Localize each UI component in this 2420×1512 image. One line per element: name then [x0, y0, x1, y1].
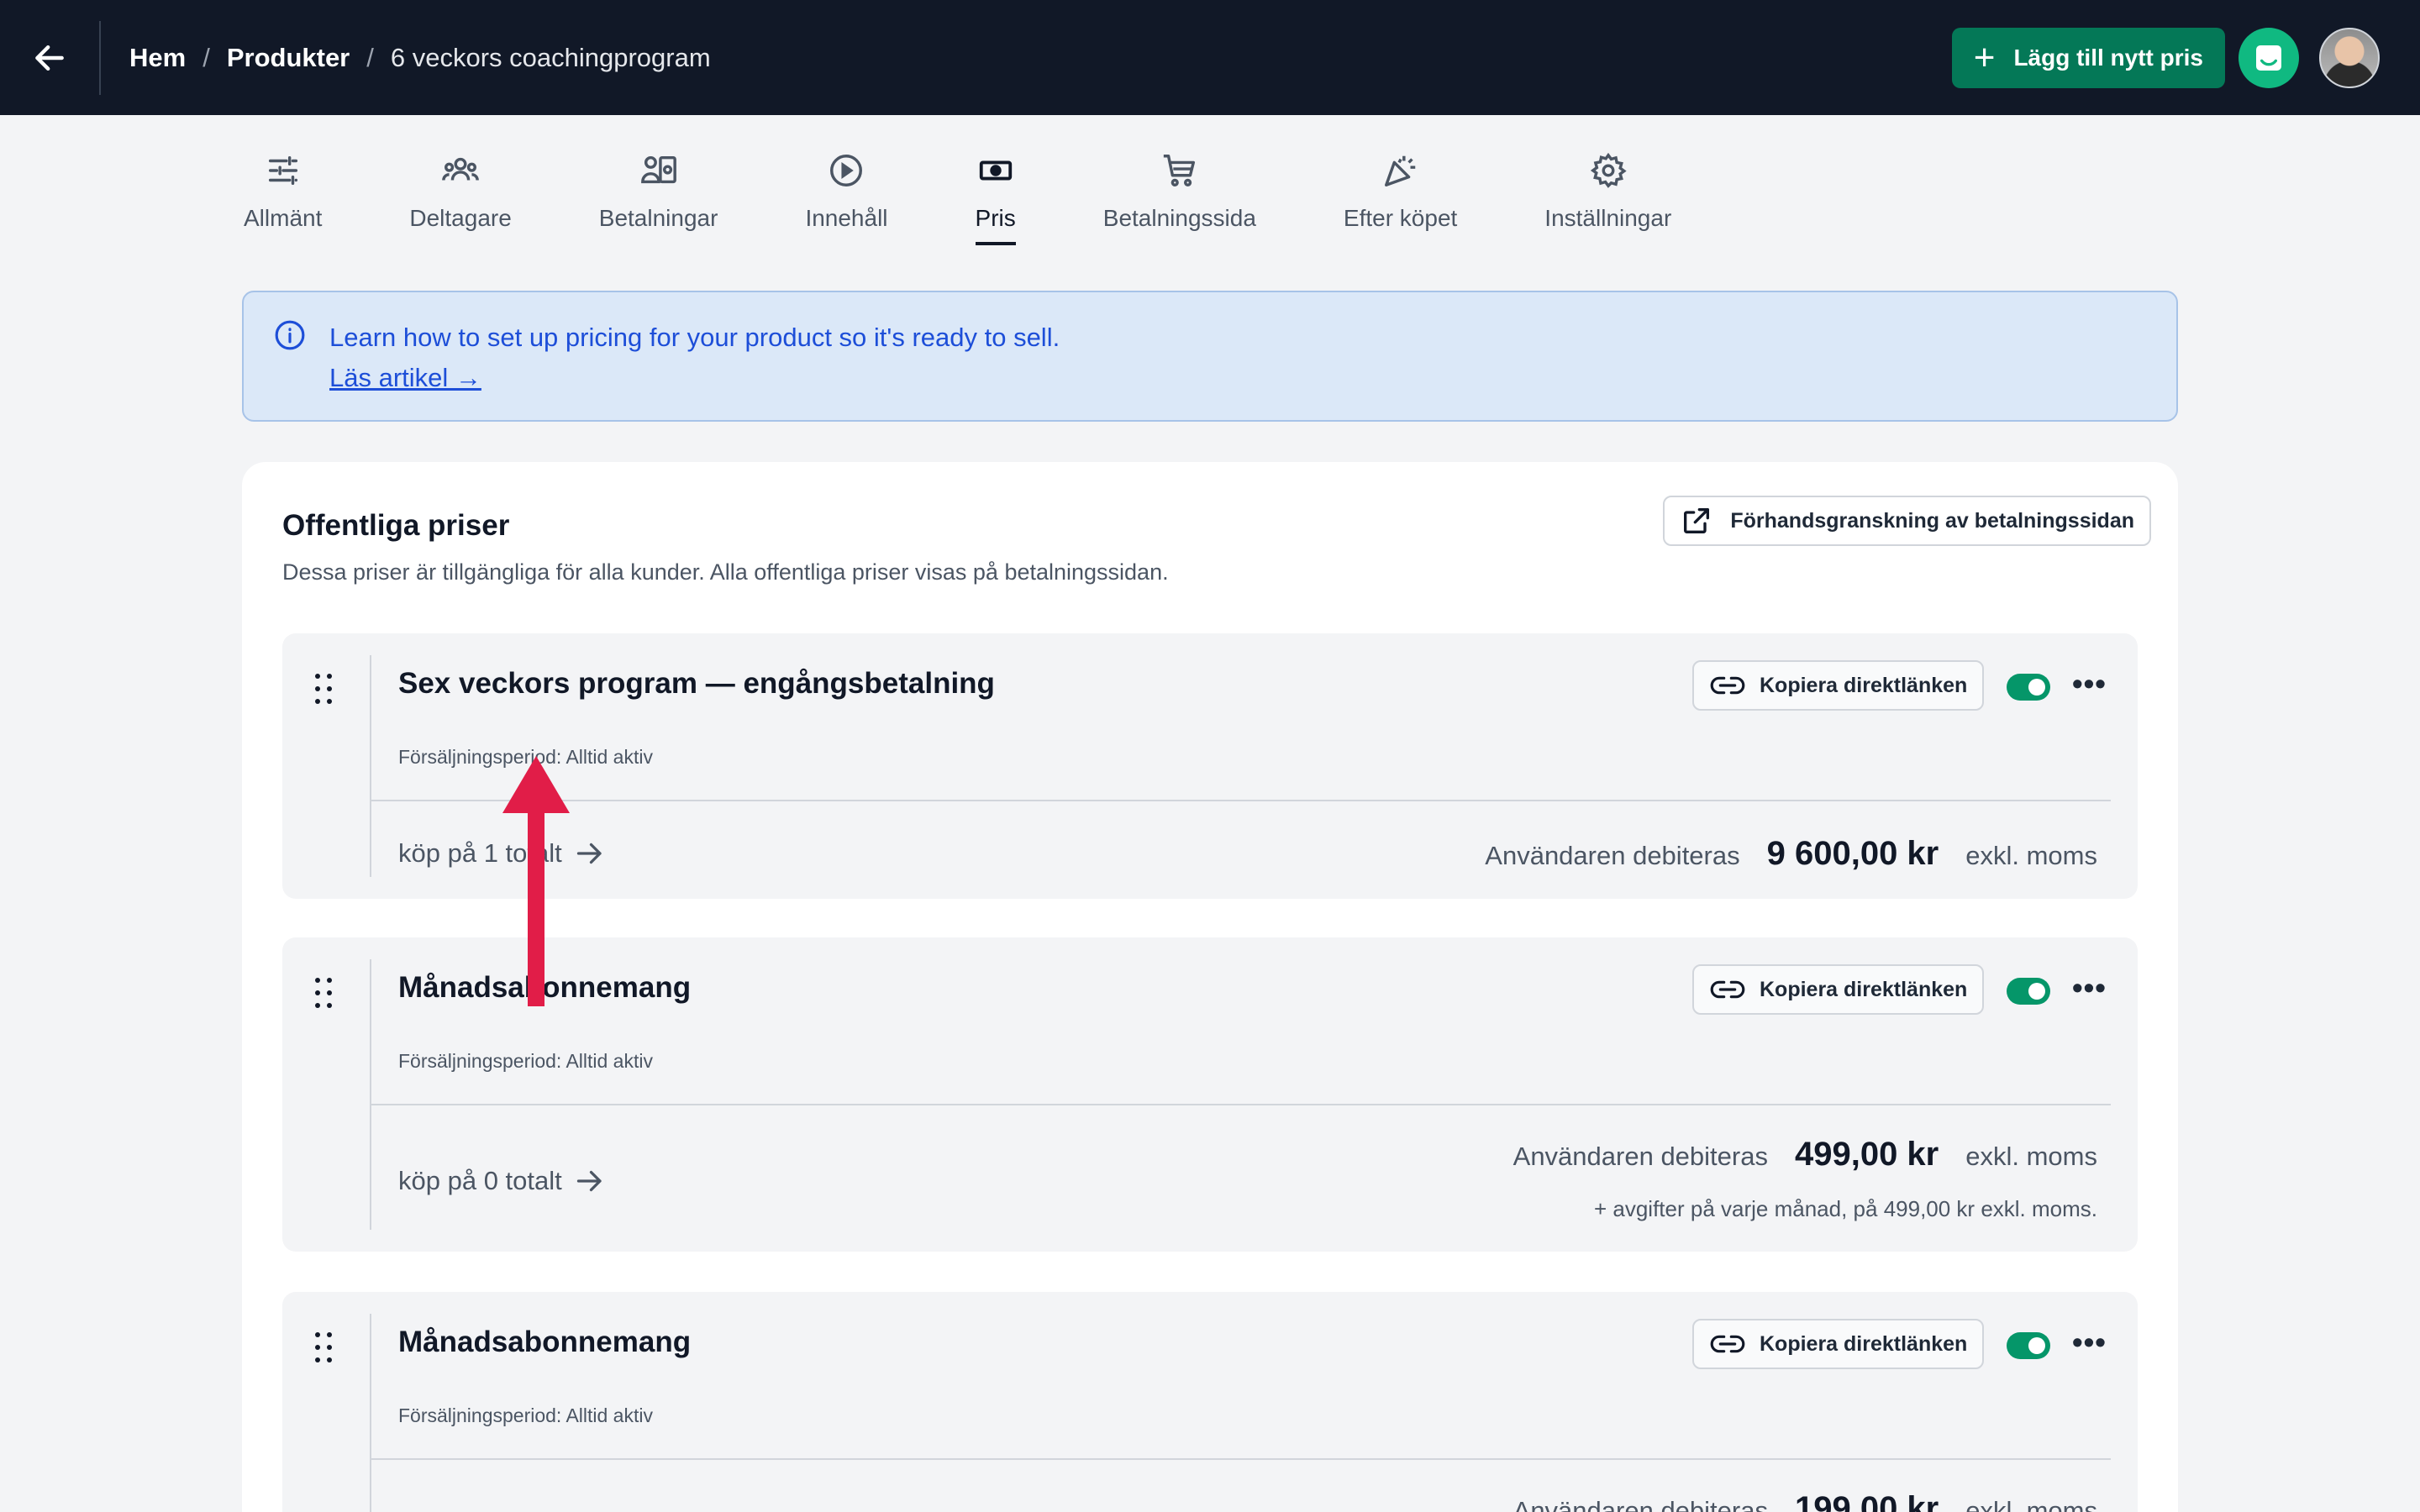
price-amount: 9 600,00 kr	[1766, 835, 1939, 872]
price-charge: Användaren debiteras 199,00 kr exkl. mom…	[1513, 1490, 2097, 1512]
arrow-left-icon	[35, 45, 64, 71]
breadcrumb-separator: /	[203, 42, 210, 72]
tab-betalningssida[interactable]: Betalningssida	[1103, 151, 1256, 245]
section-title: Offentliga priser	[282, 509, 510, 542]
copy-direct-link-button[interactable]: Kopiera direktlänken	[1692, 964, 1985, 1015]
price-active-toggle[interactable]	[2007, 1332, 2050, 1359]
inbox-icon	[2256, 45, 2281, 71]
price-charge: Användaren debiteras 9 600,00 kr exkl. m…	[1485, 835, 2097, 873]
read-article-link[interactable]: Läs artikel →	[329, 363, 481, 393]
party-icon	[1384, 155, 1415, 186]
link-icon	[1710, 1335, 1745, 1353]
sales-period: Försäljningsperiod: Alltid aktiv	[398, 1050, 653, 1072]
gear-icon	[1590, 152, 1627, 188]
copy-direct-link-button[interactable]: Kopiera direktlänken	[1692, 1319, 1985, 1369]
purchases-link[interactable]: köp på 0 totalt	[398, 1166, 606, 1196]
tab-label: Innehåll	[805, 205, 888, 231]
play-circle-icon	[830, 155, 863, 186]
divider	[370, 655, 371, 877]
arrow-right-icon	[576, 843, 602, 864]
tab-label: Betalningssida	[1102, 205, 1256, 231]
drag-handle-icon[interactable]	[313, 1331, 334, 1364]
tax-note: exkl. moms	[1965, 1496, 2097, 1512]
divider	[370, 959, 371, 1230]
sales-period: Försäljningsperiod: Alltid aktiv	[398, 1404, 653, 1426]
link-icon	[1710, 980, 1745, 999]
more-options-icon[interactable]: •••	[2072, 1327, 2107, 1357]
breadcrumb-separator: /	[366, 42, 374, 72]
tab-installningar[interactable]: Inställningar	[1544, 151, 1671, 245]
price-name: Sex veckors program — engångsbetalning	[398, 667, 995, 700]
copy-label: Kopiera direktlänken	[1760, 977, 1968, 1001]
arrow-right-icon	[576, 1170, 602, 1192]
price-amount: 499,00 kr	[1794, 1136, 1939, 1173]
cash-icon	[979, 160, 1012, 181]
back-button[interactable]	[0, 20, 101, 95]
divider	[370, 800, 2111, 801]
info-message: Learn how to set up pricing for your pro…	[329, 323, 1060, 352]
plus-icon: +	[1973, 36, 1996, 78]
add-price-label: Lägg till nytt pris	[2013, 44, 2203, 71]
divider	[370, 1104, 2111, 1105]
tab-label: Inställningar	[1544, 205, 1672, 231]
price-item: Månadsabonnemang Försäljningsperiod: All…	[282, 1292, 2138, 1512]
top-bar: Hem / Produkter / 6 veckors coachingprog…	[0, 0, 2420, 115]
sliders-icon	[268, 155, 297, 186]
tab-label: Deltagare	[409, 205, 512, 231]
recurring-fee-note: + avgifter på varje månad, på 499,00 kr …	[1593, 1196, 2097, 1221]
breadcrumb-products[interactable]: Produkter	[227, 43, 350, 73]
tax-note: exkl. moms	[1965, 1142, 2097, 1171]
breadcrumb-current: 6 veckors coachingprogram	[390, 42, 711, 72]
tab-efter-kopet[interactable]: Efter köpet	[1344, 151, 1457, 245]
info-banner: Learn how to set up pricing for your pro…	[242, 291, 2178, 422]
drag-handle-icon[interactable]	[313, 976, 334, 1010]
charge-label: Användaren debiteras	[1512, 1496, 1768, 1512]
tab-betalningar[interactable]: Betalningar	[599, 151, 718, 245]
price-name: Månadsabonnemang	[398, 1326, 692, 1358]
tab-innehall[interactable]: Innehåll	[805, 151, 888, 245]
info-icon	[275, 320, 305, 350]
divider	[370, 1314, 371, 1512]
preview-checkout-button[interactable]: Förhandsgranskning av betalningssidan	[1663, 496, 2151, 546]
drag-handle-icon[interactable]	[313, 672, 334, 706]
add-price-button[interactable]: + Lägg till nytt pris	[1951, 27, 2225, 88]
product-tabs: Allmänt Deltagare Betalningar Innehåll P…	[244, 151, 1759, 245]
tab-deltagare[interactable]: Deltagare	[409, 151, 512, 245]
copy-label: Kopiera direktlänken	[1760, 673, 1968, 697]
link-icon	[1710, 676, 1745, 695]
breadcrumb-home[interactable]: Hem	[129, 43, 186, 73]
charge-label: Användaren debiteras	[1512, 1142, 1768, 1171]
price-amount: 199,00 kr	[1794, 1490, 1939, 1512]
tab-label: Pris	[975, 205, 1016, 245]
tax-note: exkl. moms	[1965, 841, 2097, 870]
tab-label: Efter köpet	[1343, 205, 1458, 231]
external-link-icon	[1684, 508, 1710, 533]
purchases-count: köp på 0 totalt	[398, 1166, 562, 1195]
price-active-toggle[interactable]	[2007, 978, 2050, 1005]
more-options-icon[interactable]: •••	[2072, 669, 2107, 699]
charge-label: Användaren debiteras	[1485, 841, 1740, 870]
tab-allmant[interactable]: Allmänt	[244, 151, 322, 245]
copy-direct-link-button[interactable]: Kopiera direktlänken	[1692, 660, 1985, 711]
users-icon	[442, 157, 479, 181]
copy-label: Kopiera direktlänken	[1760, 1331, 1968, 1356]
tab-pris[interactable]: Pris	[975, 151, 1016, 245]
price-charge: Användaren debiteras 499,00 kr exkl. mom…	[1513, 1136, 2097, 1173]
more-options-icon[interactable]: •••	[2072, 973, 2107, 1003]
avatar[interactable]	[2319, 27, 2380, 88]
section-description: Dessa priser är tillgängliga för alla ku…	[282, 559, 1169, 585]
preview-label: Förhandsgranskning av betalningssidan	[1730, 508, 2134, 533]
cart-icon	[1163, 155, 1195, 186]
divider	[370, 1458, 2111, 1460]
payments-icon	[640, 155, 676, 184]
annotation-arrow-icon	[502, 756, 570, 1006]
chat-button[interactable]	[2238, 27, 2299, 88]
tab-label: Betalningar	[598, 205, 718, 231]
tab-label: Allmänt	[244, 205, 323, 231]
breadcrumb: Hem / Produkter / 6 veckors coachingprog…	[129, 43, 711, 73]
price-active-toggle[interactable]	[2007, 674, 2050, 701]
